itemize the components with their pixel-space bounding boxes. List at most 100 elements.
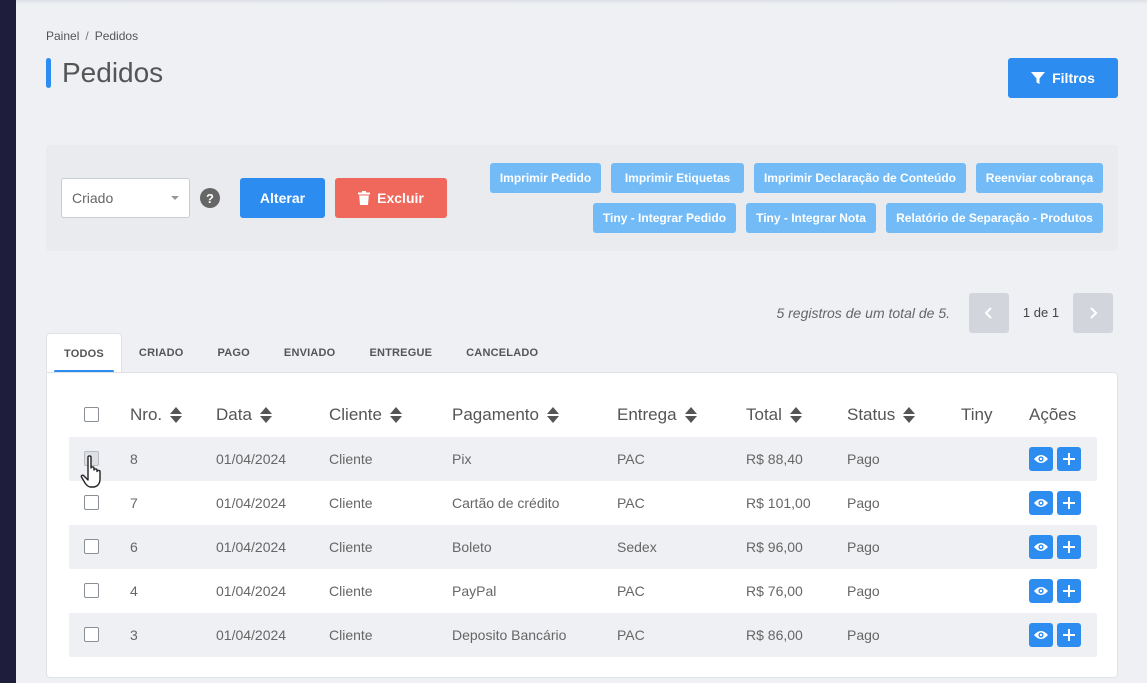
previous-page-button[interactable]: [969, 293, 1009, 333]
cell-payment: Pix: [452, 451, 472, 467]
view-order-button[interactable]: [1029, 491, 1053, 515]
separation-report-button[interactable]: Relatório de Separação - Produtos: [886, 203, 1103, 233]
help-icon[interactable]: ?: [200, 188, 220, 208]
table-row[interactable]: 8 01/04/2024 Cliente Pix PAC R$ 88,40 Pa…: [69, 437, 1097, 481]
resend-charge-button[interactable]: Reenviar cobrança: [976, 163, 1103, 193]
breadcrumb-current: Pedidos: [94, 29, 139, 43]
cell-client: Cliente: [329, 451, 373, 467]
plus-icon: [1063, 453, 1075, 465]
add-order-button[interactable]: [1057, 623, 1081, 647]
filters-button[interactable]: Filtros: [1008, 58, 1118, 98]
cell-client: Cliente: [329, 627, 373, 643]
print-labels-button[interactable]: Imprimir Etiquetas: [611, 163, 744, 193]
tab-todos[interactable]: TODOS: [46, 333, 122, 373]
page-indicator: 1 de 1: [1022, 305, 1060, 320]
cell-total: R$ 101,00: [746, 495, 811, 511]
add-order-button[interactable]: [1057, 535, 1081, 559]
eye-icon: [1034, 543, 1048, 551]
cell-client: Cliente: [329, 539, 373, 555]
cell-status: Pago: [847, 583, 880, 599]
cell-payment: Cartão de crédito: [452, 495, 560, 511]
page-title-text: Pedidos: [62, 57, 164, 88]
view-order-button[interactable]: [1029, 447, 1053, 471]
cell-payment: Deposito Bancário: [452, 627, 567, 643]
cell-delivery: PAC: [617, 627, 645, 643]
delete-button-label: Excluir: [377, 190, 424, 206]
alter-status-button[interactable]: Alterar: [240, 178, 325, 218]
top-shadow: [16, 0, 1147, 4]
chevron-right-icon: [1090, 307, 1098, 319]
header-number[interactable]: Nro.: [130, 405, 183, 425]
status-select-value: Criado: [72, 190, 114, 206]
header-client[interactable]: Cliente: [329, 405, 402, 425]
add-order-button[interactable]: [1057, 491, 1081, 515]
breadcrumb-home[interactable]: Painel: [46, 29, 79, 43]
cell-payment: PayPal: [452, 583, 497, 599]
header-total[interactable]: Total: [746, 405, 802, 425]
table-row[interactable]: 4 01/04/2024 Cliente PayPal PAC R$ 76,00…: [69, 569, 1097, 613]
cell-date: 01/04/2024: [216, 495, 287, 511]
cell-date: 01/04/2024: [216, 539, 287, 555]
print-declaration-button[interactable]: Imprimir Declaração de Conteúdo: [754, 163, 966, 193]
row-checkbox[interactable]: [84, 539, 99, 554]
cell-delivery: PAC: [617, 583, 645, 599]
sort-icon: [389, 407, 402, 423]
status-tabs: TODOS CRIADO PAGO ENVIADO ENTREGUE CANCE…: [46, 333, 555, 373]
tiny-integrate-invoice-button[interactable]: Tiny - Integrar Nota: [746, 203, 876, 233]
tab-enviado[interactable]: ENVIADO: [267, 333, 353, 373]
records-count: 5 registros de um total de 5.: [776, 305, 950, 321]
print-order-button[interactable]: Imprimir Pedido: [490, 163, 601, 193]
cell-delivery: PAC: [617, 451, 645, 467]
sort-icon: [170, 407, 183, 423]
row-checkbox[interactable]: [84, 495, 99, 510]
table-row[interactable]: 3 01/04/2024 Cliente Deposito Bancário P…: [69, 613, 1097, 657]
table-row[interactable]: 7 01/04/2024 Cliente Cartão de crédito P…: [69, 481, 1097, 525]
view-order-button[interactable]: [1029, 623, 1053, 647]
add-order-button[interactable]: [1057, 447, 1081, 471]
tab-entregue[interactable]: ENTREGUE: [352, 333, 449, 373]
delete-button[interactable]: Excluir: [335, 178, 447, 218]
cell-delivery: Sedex: [617, 539, 657, 555]
cell-number: 4: [130, 583, 138, 599]
add-order-button[interactable]: [1057, 579, 1081, 603]
cell-date: 01/04/2024: [216, 451, 287, 467]
filters-button-label: Filtros: [1052, 70, 1095, 86]
header-date[interactable]: Data: [216, 405, 272, 425]
breadcrumb: Painel / Pedidos: [46, 29, 138, 43]
sort-icon: [684, 407, 697, 423]
cell-date: 01/04/2024: [216, 627, 287, 643]
cell-status: Pago: [847, 627, 880, 643]
table-row[interactable]: 6 01/04/2024 Cliente Boleto Sedex R$ 96,…: [69, 525, 1097, 569]
tab-cancelado[interactable]: CANCELADO: [449, 333, 555, 373]
header-delivery[interactable]: Entrega: [617, 405, 697, 425]
select-all-checkbox[interactable]: [84, 407, 99, 422]
chevron-down-icon: [171, 196, 179, 200]
tab-criado[interactable]: CRIADO: [122, 333, 201, 373]
cell-date: 01/04/2024: [216, 583, 287, 599]
cell-number: 6: [130, 539, 138, 555]
eye-icon: [1034, 631, 1048, 639]
tab-pago[interactable]: PAGO: [201, 333, 267, 373]
cell-total: R$ 96,00: [746, 539, 803, 555]
cell-status: Pago: [847, 495, 880, 511]
sort-icon: [903, 407, 916, 423]
view-order-button[interactable]: [1029, 579, 1053, 603]
cell-number: 7: [130, 495, 138, 511]
page-title: Pedidos: [46, 57, 164, 88]
trash-icon: [358, 191, 371, 205]
eye-icon: [1034, 587, 1048, 595]
sort-icon: [546, 407, 559, 423]
next-page-button[interactable]: [1073, 293, 1113, 333]
row-checkbox[interactable]: [84, 627, 99, 642]
cell-client: Cliente: [329, 495, 373, 511]
pointer-cursor-icon: [80, 455, 101, 488]
header-payment[interactable]: Pagamento: [452, 405, 559, 425]
status-select[interactable]: Criado: [61, 178, 190, 218]
view-order-button[interactable]: [1029, 535, 1053, 559]
tiny-integrate-order-button[interactable]: Tiny - Integrar Pedido: [593, 203, 736, 233]
filter-icon: [1031, 72, 1046, 84]
row-checkbox[interactable]: [84, 583, 99, 598]
cell-client: Cliente: [329, 583, 373, 599]
header-status[interactable]: Status: [847, 405, 916, 425]
table-header: Nro. Data Cliente Pagamento Entrega Tota…: [69, 393, 1097, 437]
